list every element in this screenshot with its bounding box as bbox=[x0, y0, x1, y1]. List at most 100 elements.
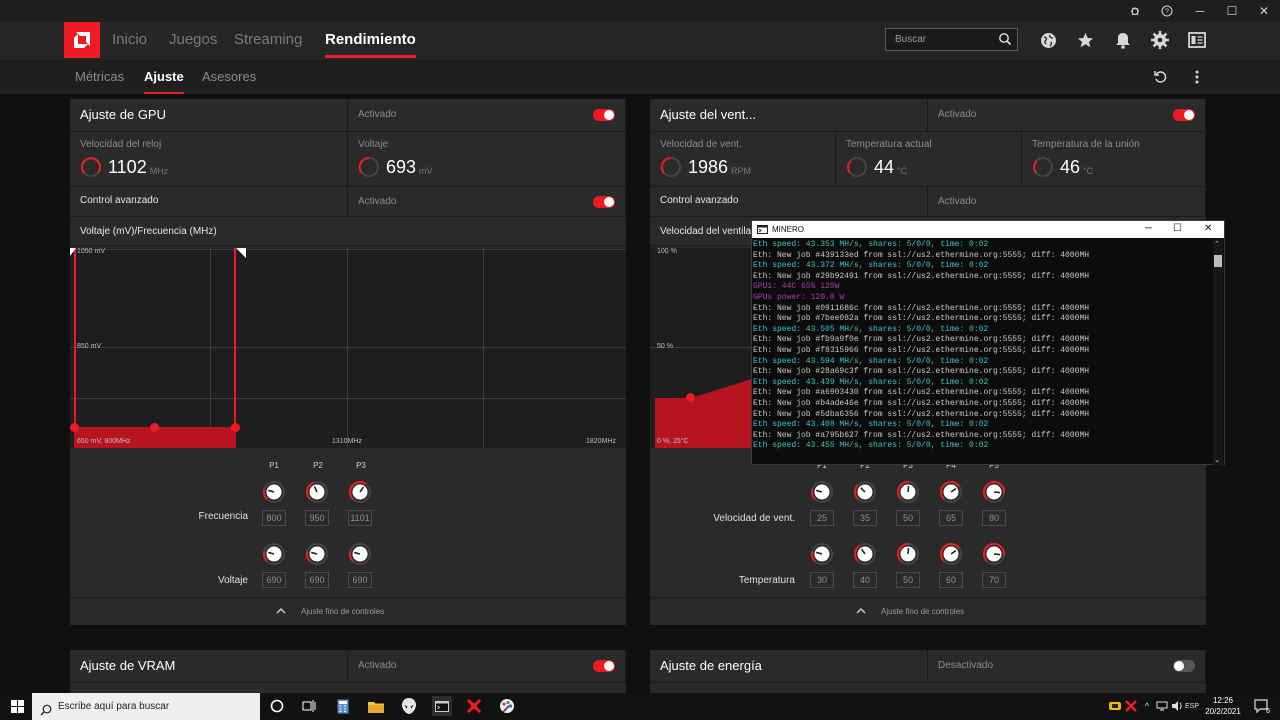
terminal-scrollbar[interactable]: ⌃ ⌄ bbox=[1213, 239, 1223, 465]
bug-report-icon[interactable] bbox=[1119, 0, 1151, 22]
frequency-knob-p2[interactable] bbox=[305, 480, 329, 504]
voltage-input-p1[interactable]: 690 bbox=[262, 572, 286, 588]
temperature-input-p4[interactable]: 60 bbox=[939, 572, 963, 588]
terminal-output[interactable]: Eth speed: 43.353 MH/s, shares: 5/0/0, t… bbox=[753, 240, 1213, 464]
amd-logo[interactable] bbox=[64, 22, 100, 58]
voltage-knob-p1[interactable] bbox=[262, 542, 286, 566]
voltage-frequency-chart[interactable]: 1050 mV 850 mV 650 mV, 800MHz 1310MHz 18… bbox=[70, 248, 626, 448]
temperature-knob-p4[interactable] bbox=[939, 542, 963, 566]
fan-speed-input-p3[interactable]: 50 bbox=[896, 510, 920, 526]
fan-speed-knob-p1[interactable] bbox=[810, 480, 834, 504]
fan-speed-knob-p2[interactable] bbox=[853, 480, 877, 504]
voltage-knob-p2[interactable] bbox=[305, 542, 329, 566]
scroll-up-icon[interactable]: ⌃ bbox=[1214, 240, 1220, 248]
search-input[interactable]: Buscar bbox=[885, 28, 1018, 51]
voltage-input-p2[interactable]: 690 bbox=[305, 572, 329, 588]
temperature-input-p3[interactable]: 50 bbox=[896, 572, 920, 588]
gpu-tuning-toggle[interactable] bbox=[593, 109, 615, 121]
terminal-titlebar[interactable]: MINERO ─ ☐ ✕ bbox=[752, 221, 1224, 238]
fan-speed-input-p1[interactable]: 25 bbox=[810, 510, 834, 526]
frequency-input-p3[interactable]: 1101 bbox=[348, 510, 372, 526]
close-button[interactable]: ✕ bbox=[1248, 0, 1280, 22]
more-options-icon[interactable] bbox=[1187, 67, 1207, 87]
language-icon[interactable]: ESP bbox=[1185, 697, 1199, 715]
gear-icon[interactable] bbox=[1150, 30, 1170, 50]
curve-point-p1[interactable] bbox=[686, 393, 695, 402]
terminal-minimize-button[interactable]: ─ bbox=[1145, 223, 1152, 234]
frequency-knob-p3[interactable] bbox=[348, 480, 372, 504]
curve-point-p2[interactable] bbox=[150, 423, 159, 432]
sub-tab-ajuste[interactable]: Ajuste bbox=[144, 59, 184, 95]
fine-tune-bar[interactable]: Ajuste fino de controles bbox=[70, 597, 626, 625]
terminal-line: Eth: New job #439133ed from ssl://us2.et… bbox=[753, 250, 1090, 260]
temperature-knob-p3[interactable] bbox=[896, 542, 920, 566]
fan-speed-input-p5[interactable]: 80 bbox=[982, 510, 1006, 526]
reset-icon[interactable] bbox=[1150, 67, 1170, 87]
nav-tab-juegos[interactable]: Juegos bbox=[169, 22, 217, 58]
terminal-maximize-button[interactable]: ☐ bbox=[1173, 223, 1182, 234]
fan-speed-knob-p3[interactable] bbox=[896, 480, 920, 504]
sub-tab-metricas[interactable]: Métricas bbox=[75, 59, 124, 95]
terminal-taskbar-icon[interactable] bbox=[432, 696, 452, 716]
nav-tab-rendimiento[interactable]: Rendimiento bbox=[325, 22, 416, 58]
nav-tab-inicio[interactable]: Inicio bbox=[112, 22, 147, 58]
search-icon[interactable] bbox=[998, 32, 1012, 54]
cortana-icon[interactable] bbox=[268, 697, 286, 715]
maximize-button[interactable]: ☐ bbox=[1216, 0, 1248, 22]
file-explorer-icon[interactable] bbox=[367, 697, 385, 715]
voltage-knob-p3[interactable] bbox=[348, 542, 372, 566]
volume-icon[interactable] bbox=[1170, 697, 1184, 715]
frequency-input-p1[interactable]: 800 bbox=[262, 510, 286, 526]
fan-tuning-toggle[interactable] bbox=[1173, 109, 1195, 121]
notification-icon[interactable]: 6 bbox=[1252, 697, 1270, 715]
range-handle-left[interactable] bbox=[70, 248, 76, 256]
taskbar-search-input[interactable]: Escribe aquí para buscar bbox=[32, 693, 260, 720]
range-handle-right[interactable] bbox=[236, 248, 246, 258]
temperature-knob-p2[interactable] bbox=[853, 542, 877, 566]
frequency-knob-p1[interactable] bbox=[262, 480, 286, 504]
fan-speed-input-p2[interactable]: 35 bbox=[853, 510, 877, 526]
minimize-button[interactable]: ─ bbox=[1184, 0, 1216, 22]
bell-icon[interactable] bbox=[1113, 30, 1133, 50]
fan-speed-knob-p5[interactable] bbox=[982, 480, 1006, 504]
fine-tune-bar[interactable]: Ajuste fino de controles bbox=[650, 597, 1206, 625]
alien-app-icon[interactable] bbox=[400, 697, 418, 715]
paint-app-icon[interactable] bbox=[498, 697, 516, 715]
power-tuning-toggle[interactable] bbox=[1173, 660, 1195, 672]
miner-terminal-window[interactable]: MINERO ─ ☐ ✕ Eth speed: 43.353 MH/s, sha… bbox=[751, 220, 1225, 465]
calculator-icon[interactable] bbox=[334, 697, 352, 715]
curve-point-p1[interactable] bbox=[70, 423, 79, 432]
nav-tab-streaming[interactable]: Streaming bbox=[234, 22, 302, 58]
fan-speed-knob-p4[interactable] bbox=[939, 480, 963, 504]
frequency-range-box[interactable] bbox=[74, 248, 236, 428]
globe-icon[interactable] bbox=[1038, 30, 1058, 50]
curve-point-p3[interactable] bbox=[231, 423, 240, 432]
gpu-title-cell: Ajuste de GPU bbox=[70, 99, 348, 132]
amd-radeon-taskbar-icon[interactable] bbox=[465, 697, 483, 715]
scroll-down-icon[interactable]: ⌄ bbox=[1214, 456, 1220, 464]
taskbar-clock[interactable]: 12:26 20/2/2021 bbox=[1198, 695, 1248, 717]
tray-expand-icon[interactable]: ^ bbox=[1140, 697, 1154, 715]
temperature-input-p5[interactable]: 70 bbox=[982, 572, 1006, 588]
p-state-label: P2 bbox=[313, 461, 323, 470]
windows-start-icon[interactable] bbox=[8, 697, 26, 715]
frequency-input-p2[interactable]: 950 bbox=[305, 510, 329, 526]
sub-tab-asesores[interactable]: Asesores bbox=[202, 59, 256, 95]
terminal-close-button[interactable]: ✕ bbox=[1204, 223, 1212, 234]
advanced-control-toggle[interactable] bbox=[593, 196, 615, 208]
temperature-knob-p1[interactable] bbox=[810, 542, 834, 566]
tray-amd-icon[interactable] bbox=[1124, 697, 1138, 715]
scrollbar-thumb[interactable] bbox=[1214, 255, 1222, 267]
fan-speed-input-p4[interactable]: 65 bbox=[939, 510, 963, 526]
network-icon[interactable] bbox=[1155, 697, 1169, 715]
voltage-input-p3[interactable]: 690 bbox=[348, 572, 372, 588]
temperature-input-p1[interactable]: 30 bbox=[810, 572, 834, 588]
task-view-icon[interactable] bbox=[300, 697, 318, 715]
layout-icon[interactable] bbox=[1187, 30, 1207, 50]
tray-app-icon[interactable] bbox=[1108, 697, 1122, 715]
star-icon[interactable] bbox=[1075, 30, 1095, 50]
vram-tuning-toggle[interactable] bbox=[593, 660, 615, 672]
temperature-knob-p5[interactable] bbox=[982, 542, 1006, 566]
temperature-input-p2[interactable]: 40 bbox=[853, 572, 877, 588]
help-icon[interactable]: ? bbox=[1151, 0, 1183, 22]
